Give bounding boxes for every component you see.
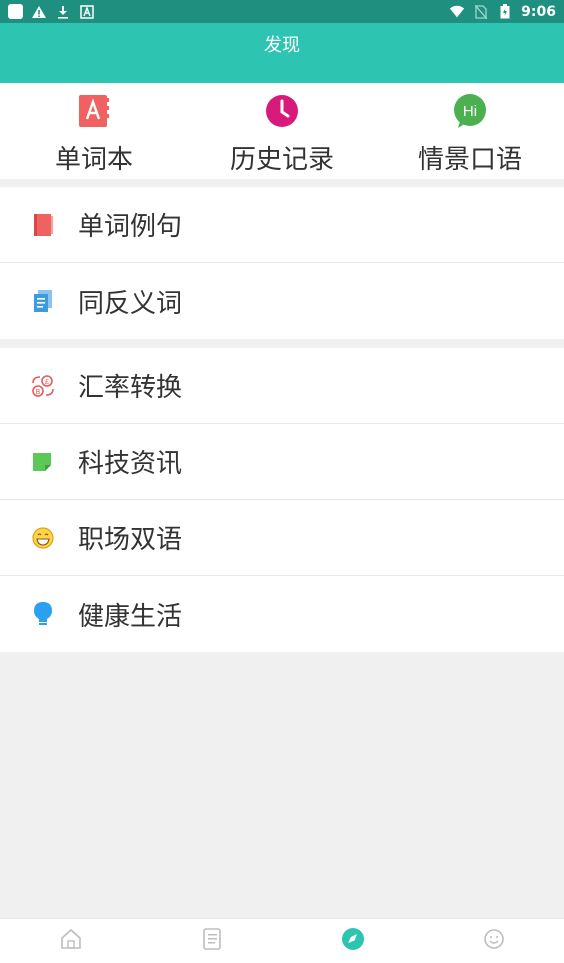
svg-text:£: £ <box>45 379 49 386</box>
svg-text:B: B <box>36 389 41 396</box>
compass-icon <box>340 926 366 956</box>
quick-item-wordbook[interactable]: 单词本 <box>0 83 188 179</box>
book-icon <box>30 212 56 238</box>
warning-icon <box>31 5 47 19</box>
list-section-1: 单词例句 同反义词 <box>0 187 564 339</box>
app-square-icon <box>8 4 23 19</box>
list-item-synonyms-antonyms[interactable]: 同反义词 <box>0 263 564 339</box>
status-left-icons <box>8 4 95 19</box>
quick-item-scene-speaking[interactable]: Hi 情景口语 <box>376 83 564 179</box>
page-title: 发现 <box>264 35 300 56</box>
list-item-currency-exchange[interactable]: £ B 汇率转换 <box>0 348 564 424</box>
no-sim-icon <box>473 4 489 19</box>
list-label-currency-exchange: 汇率转换 <box>78 373 183 403</box>
list-label-healthy-living: 健康生活 <box>78 601 183 632</box>
svg-text:Hi: Hi <box>463 103 477 120</box>
quick-actions: 单词本 历史记录 Hi 情景口语 <box>0 83 564 179</box>
quick-label-scene-speaking: 情景口语 <box>417 145 522 175</box>
quick-label-wordbook: 单词本 <box>54 145 133 175</box>
tab-notebook[interactable] <box>141 919 282 963</box>
list-label-synonyms-antonyms: 同反义词 <box>78 288 183 319</box>
bottom-tab-bar <box>0 918 564 963</box>
documents-icon <box>30 288 56 314</box>
list-label-tech-news: 科技资讯 <box>78 449 183 479</box>
quick-label-history: 历史记录 <box>229 145 334 175</box>
tab-discover[interactable] <box>282 919 423 963</box>
list-item-tech-news[interactable]: 科技资讯 <box>0 424 564 500</box>
quick-item-history[interactable]: 历史记录 <box>188 83 376 179</box>
currency-exchange-icon: £ B <box>30 373 56 399</box>
download-icon <box>55 5 71 19</box>
lightbulb-icon <box>30 601 56 627</box>
profile-icon <box>482 927 506 955</box>
list-item-word-examples[interactable]: 单词例句 <box>0 187 564 263</box>
a-icon <box>79 4 95 19</box>
battery-icon <box>497 4 513 19</box>
smile-icon <box>30 525 56 551</box>
note-icon <box>30 449 56 475</box>
list-item-workplace-bilingual[interactable]: 职场双语 <box>0 500 564 576</box>
wordbook-icon <box>76 93 112 133</box>
history-icon <box>264 93 300 133</box>
list-item-healthy-living[interactable]: 健康生活 <box>0 576 564 652</box>
list-label-workplace-bilingual: 职场双语 <box>78 525 183 555</box>
list-section-2: £ B 汇率转换 科技资讯 职场双语 健康生活 <box>0 348 564 652</box>
status-time: 9:06 <box>521 3 556 20</box>
wifi-icon <box>449 5 465 19</box>
home-icon <box>59 927 83 955</box>
tab-home[interactable] <box>0 919 141 963</box>
status-right-icons: 9:06 <box>449 4 556 20</box>
app-header: 发现 <box>0 23 564 83</box>
list-label-word-examples: 单词例句 <box>78 212 183 242</box>
tab-profile[interactable] <box>423 919 564 963</box>
hi-chat-icon: Hi <box>452 93 488 133</box>
notebook-icon <box>200 927 224 955</box>
status-bar: 9:06 <box>0 0 564 23</box>
